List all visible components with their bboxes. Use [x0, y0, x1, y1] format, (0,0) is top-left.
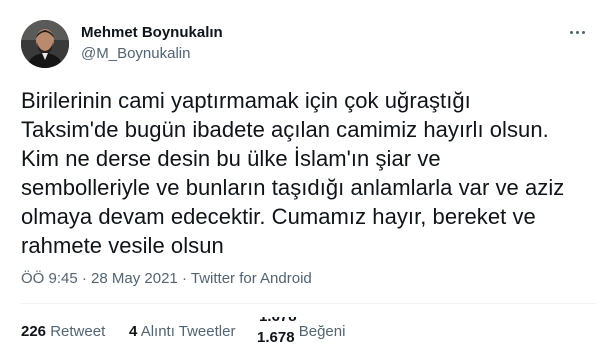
retweet-label: Retweet — [50, 323, 106, 340]
tweet-text-line: rahmete vesile olsun — [21, 233, 224, 258]
quote-label: Alıntı Tweetler — [140, 323, 236, 340]
retweet-count: 226 — [21, 323, 47, 340]
tweet-text-line: olmaya devam edecektir. Cumamız hayır, b… — [21, 204, 536, 229]
retweets-stat[interactable]: 226 Retweet — [21, 323, 105, 340]
avatar[interactable] — [21, 20, 69, 68]
more-options-button[interactable] — [562, 22, 592, 42]
like-count-animating: 1.678 — [259, 308, 297, 325]
tweet-time[interactable]: ÖÖ 9:45 — [21, 270, 78, 287]
more-horizontal-icon-dot — [581, 30, 585, 34]
like-count: 1.678 — [257, 329, 295, 346]
author-handle[interactable]: @M_Boynukalin — [81, 45, 190, 62]
meta-separator: · — [181, 270, 187, 287]
tweet-text-line: Kim ne derse desin bu ülke İslam'ın şiar… — [21, 146, 441, 171]
tweet-card: Mehmet Boynukalın @M_Boynukalin Birileri… — [0, 0, 610, 358]
quote-tweets-stat[interactable]: 4 Alıntı Tweetler — [129, 323, 235, 340]
quote-count: 4 — [129, 323, 138, 340]
more-horizontal-icon-dot — [575, 30, 579, 34]
avatar-image — [21, 20, 69, 68]
tweet-text-line: sembolleriyle ve bunların taşıdığı anlam… — [21, 175, 565, 200]
like-label: Beğeni — [298, 323, 346, 340]
meta-separator: · — [81, 270, 87, 287]
tweet-text-line: Taksim'de bugün ibadete açılan camimiz h… — [21, 117, 549, 142]
tweet-text-line: Birilerinin cami yaptırmamak için çok uğ… — [21, 88, 471, 113]
likes-stat[interactable]: 1.678 1.678 Beğeni — [257, 317, 346, 346]
author-name[interactable]: Mehmet Boynukalın — [81, 24, 223, 41]
tweet-metadata: ÖÖ 9:45 · 28 May 2021 · Twitter for Andr… — [21, 270, 312, 287]
tweet-text: Birilerinin cami yaptırmamak için çok uğ… — [21, 86, 596, 260]
more-horizontal-icon — [569, 30, 573, 34]
tweet-source-link[interactable]: Twitter for Android — [191, 270, 312, 287]
divider — [21, 303, 596, 304]
tweet-date[interactable]: 28 May 2021 — [91, 270, 178, 287]
